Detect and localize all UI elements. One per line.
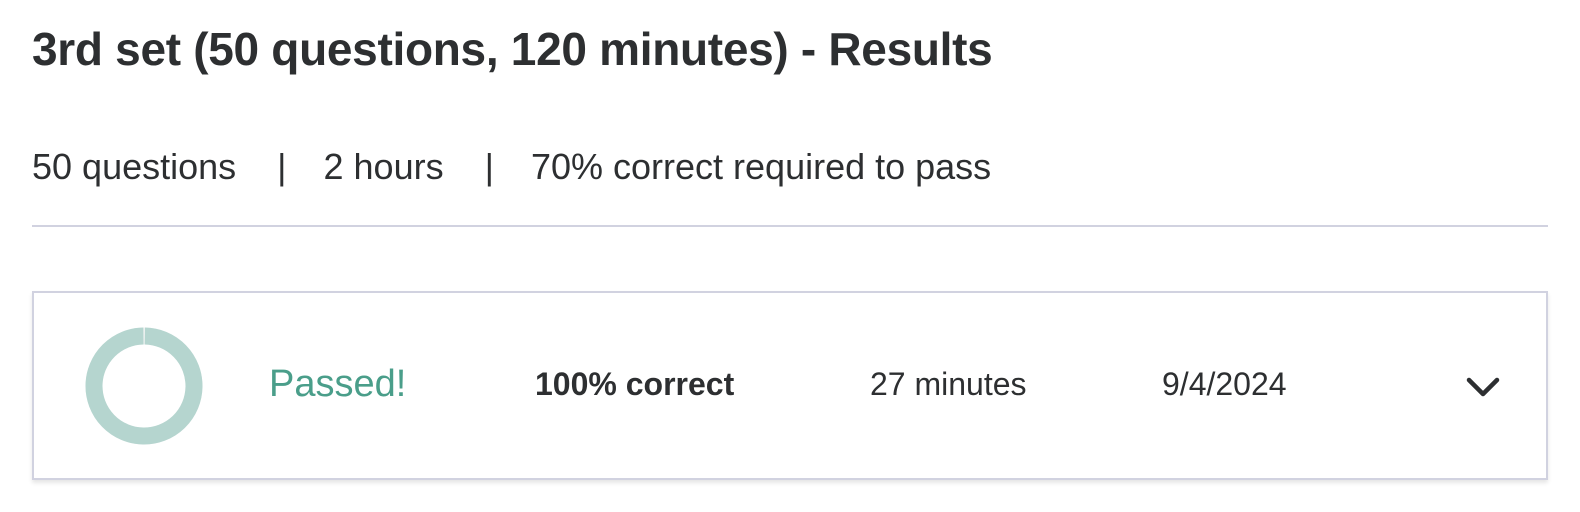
- attempt-time-taken: 27 minutes: [870, 366, 1027, 402]
- divider: [32, 225, 1548, 227]
- score-donut-fill: [85, 327, 203, 445]
- score-donut-chart: [84, 326, 204, 446]
- page-title: 3rd set (50 questions, 120 minutes) - Re…: [32, 23, 993, 75]
- results-page: 3rd set (50 questions, 120 minutes) - Re…: [0, 0, 1580, 512]
- attempt-status: Passed!: [269, 363, 407, 405]
- expand-attempt-button[interactable]: [1459, 365, 1507, 409]
- attempt-date: 9/4/2024: [1162, 366, 1287, 402]
- pass-requirement: 70% correct required to pass: [530, 146, 992, 187]
- summary-separator: |: [484, 146, 494, 187]
- chevron-down-icon: [1466, 377, 1500, 397]
- exam-duration: 2 hours: [323, 146, 444, 187]
- summary-separator: |: [277, 146, 287, 187]
- attempt-score: 100% correct: [535, 366, 735, 402]
- attempt-result-card[interactable]: Passed! 100% correct 27 minutes 9/4/2024: [32, 291, 1548, 480]
- question-count: 50 questions: [32, 146, 237, 187]
- exam-summary: 50 questions | 2 hours | 70% correct req…: [32, 146, 991, 188]
